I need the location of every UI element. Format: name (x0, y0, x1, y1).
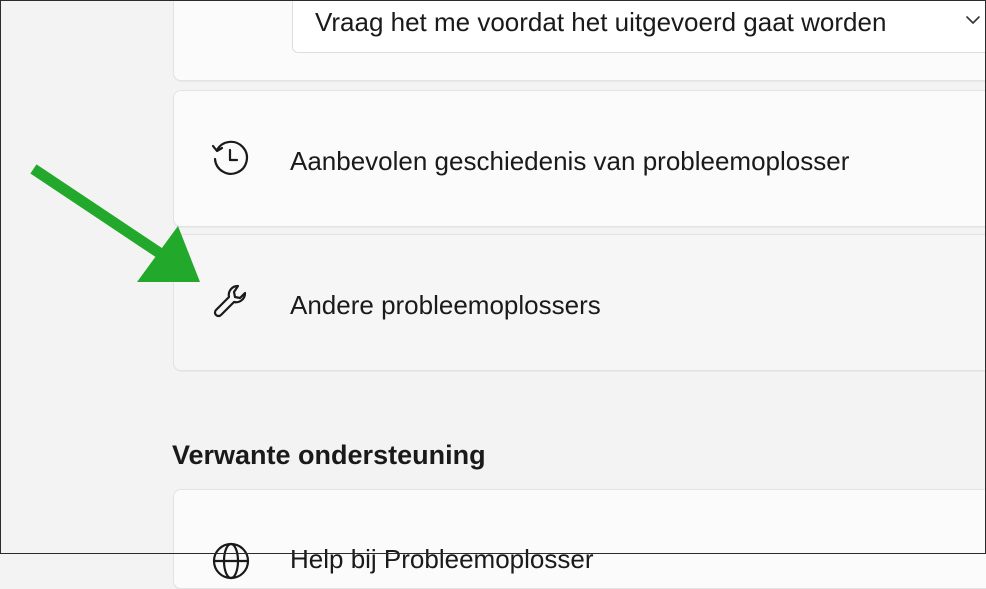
dropdown-selected-value: Vraag het me voordat het uitgevoerd gaat… (315, 7, 887, 37)
chevron-down-icon (966, 16, 980, 24)
troubleshooter-preference-dropdown[interactable]: Vraag het me voordat het uitgevoerd gaat… (292, 0, 986, 53)
globe-icon (212, 542, 250, 580)
related-support-heading: Verwante ondersteuning (172, 440, 486, 470)
recommended-history-label: Aanbevolen geschiedenis van probleemoplo… (290, 146, 850, 176)
help-troubleshooter-row[interactable]: Help bij Probleemoplosser (173, 489, 986, 589)
green-arrow-annotation (30, 164, 200, 282)
history-icon (211, 140, 249, 175)
recommended-history-row[interactable]: Aanbevolen geschiedenis van probleemoplo… (173, 90, 986, 227)
help-troubleshooter-label: Help bij Probleemoplosser (290, 544, 594, 574)
other-troubleshooters-row[interactable]: Andere probleemoplossers (173, 234, 986, 371)
wrench-icon (213, 284, 247, 318)
troubleshooter-preference-card: Vraag het me voordat het uitgevoerd gaat… (173, 0, 986, 81)
other-troubleshooters-label: Andere probleemoplossers (290, 290, 601, 320)
